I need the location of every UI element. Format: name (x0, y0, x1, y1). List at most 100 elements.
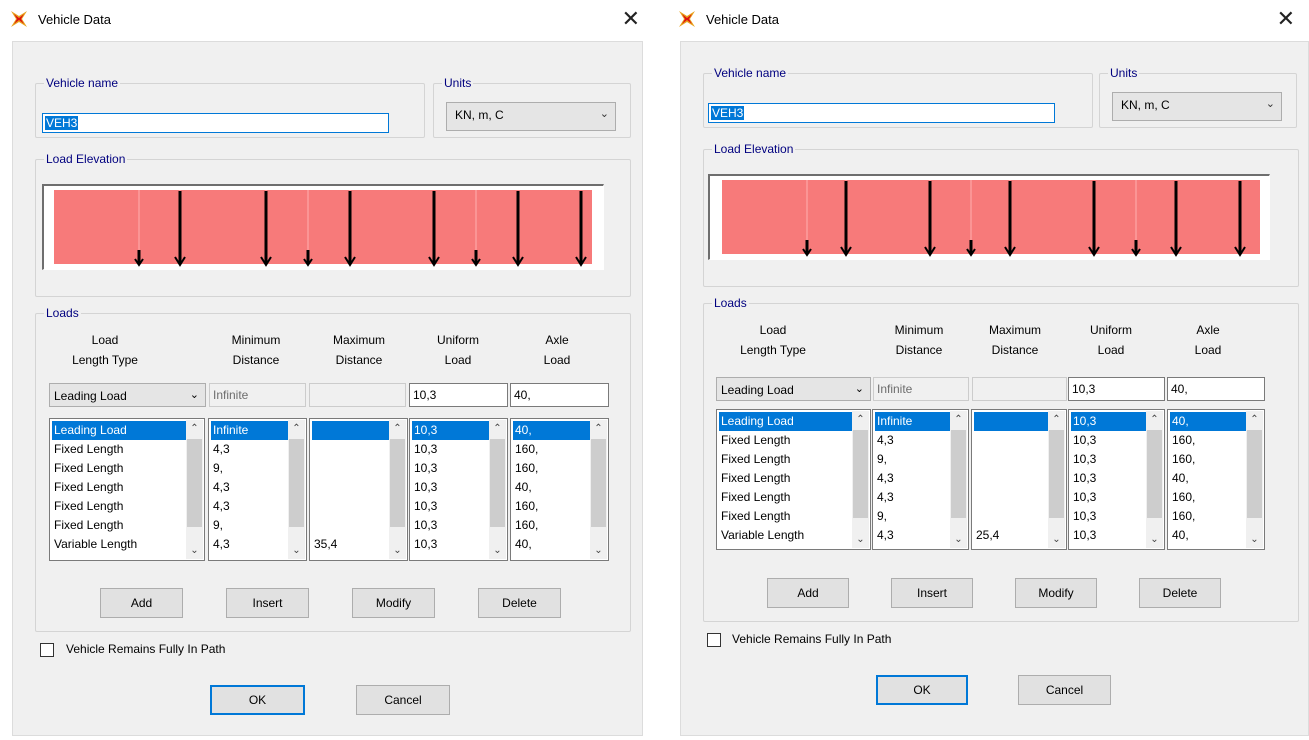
fully-in-path-checkbox[interactable] (40, 643, 54, 657)
minimum-distance-input[interactable]: Infinite (209, 383, 306, 407)
list-item[interactable]: 10,3 (1071, 469, 1146, 488)
list-item[interactable]: 10,3 (412, 459, 489, 478)
uniform-load-list[interactable]: 10,3 10,3 10,3 10,3 10,3 10,3 10,3 ⌃ ⌄ (409, 418, 508, 561)
list-item[interactable]: Leading Load (52, 421, 186, 440)
list-item[interactable]: Fixed Length (719, 431, 852, 450)
list-item[interactable]: 10,3 (412, 421, 489, 440)
list-item[interactable] (312, 440, 389, 459)
list-item[interactable]: 40, (513, 421, 590, 440)
list-item[interactable]: 40, (1170, 412, 1246, 431)
cancel-button[interactable]: Cancel (356, 685, 450, 715)
list-item[interactable]: Variable Length (52, 535, 186, 554)
list-item[interactable]: 160, (513, 497, 590, 516)
scrollbar[interactable]: ⌃ ⌄ (186, 420, 203, 559)
scrollbar[interactable]: ⌃ ⌄ (590, 420, 607, 559)
close-icon[interactable]: ✕ (1277, 6, 1295, 32)
cancel-button[interactable]: Cancel (1018, 675, 1111, 705)
list-item[interactable]: 4,3 (875, 469, 950, 488)
scrollbar[interactable]: ⌃ ⌄ (1146, 411, 1163, 548)
list-item[interactable]: 160, (1170, 450, 1246, 469)
add-button[interactable]: Add (100, 588, 183, 618)
maximum-distance-input[interactable] (972, 377, 1067, 401)
list-item[interactable]: 9, (875, 450, 950, 469)
list-item[interactable] (312, 516, 389, 535)
list-item[interactable]: 40, (513, 478, 590, 497)
list-item[interactable]: 10,3 (1071, 450, 1146, 469)
list-item[interactable]: 40, (513, 535, 590, 554)
delete-button[interactable]: Delete (1139, 578, 1221, 608)
list-item[interactable]: 10,3 (1071, 488, 1146, 507)
uniform-load-list[interactable]: 10,3 10,3 10,3 10,3 10,3 10,3 10,3 ⌃ ⌄ (1068, 409, 1165, 550)
list-item[interactable]: 9, (211, 516, 288, 535)
list-item[interactable]: 35,4 (312, 535, 389, 554)
list-item[interactable]: 9, (875, 507, 950, 526)
list-item[interactable]: Fixed Length (52, 497, 186, 516)
list-item[interactable]: 10,3 (1071, 412, 1146, 431)
list-item[interactable] (974, 469, 1048, 488)
list-item[interactable]: Fixed Length (52, 440, 186, 459)
add-button[interactable]: Add (767, 578, 849, 608)
list-item[interactable] (312, 497, 389, 516)
list-item[interactable]: Variable Length (719, 526, 852, 545)
axle-load-list[interactable]: 40, 160, 160, 40, 160, 160, 40, ⌃ ⌄ (510, 418, 609, 561)
list-item[interactable] (974, 431, 1048, 450)
list-item[interactable]: 10,3 (412, 440, 489, 459)
list-item[interactable]: Fixed Length (719, 507, 852, 526)
vehicle-name-input[interactable]: VEH3 (42, 113, 389, 133)
units-select[interactable]: KN, m, C ⌄ (446, 102, 616, 131)
list-item[interactable]: Fixed Length (52, 459, 186, 478)
vehicle-name-input[interactable]: VEH3 (708, 103, 1055, 123)
list-item[interactable]: 4,3 (211, 478, 288, 497)
list-item[interactable]: 40, (1170, 469, 1246, 488)
axle-load-input[interactable]: 40, (1167, 377, 1265, 401)
list-item[interactable]: 160, (1170, 488, 1246, 507)
list-item[interactable]: 4,3 (211, 535, 288, 554)
list-item[interactable]: 10,3 (412, 478, 489, 497)
close-icon[interactable]: ✕ (622, 6, 640, 32)
insert-button[interactable]: Insert (226, 588, 309, 618)
scrollbar[interactable]: ⌃ ⌄ (852, 411, 869, 548)
list-item[interactable] (312, 478, 389, 497)
axle-load-input[interactable]: 40, (510, 383, 609, 407)
modify-button[interactable]: Modify (352, 588, 435, 618)
list-item[interactable]: Fixed Length (719, 488, 852, 507)
list-item[interactable]: Fixed Length (719, 450, 852, 469)
uniform-load-input[interactable]: 10,3 (1068, 377, 1165, 401)
list-item[interactable]: Infinite (211, 421, 288, 440)
units-select[interactable]: KN, m, C ⌄ (1112, 92, 1282, 121)
list-item[interactable]: Fixed Length (719, 469, 852, 488)
scrollbar[interactable]: ⌃ ⌄ (288, 420, 305, 559)
list-item[interactable]: 160, (513, 440, 590, 459)
insert-button[interactable]: Insert (891, 578, 973, 608)
list-item[interactable]: 10,3 (412, 497, 489, 516)
list-item[interactable]: Leading Load (719, 412, 852, 431)
list-item[interactable] (312, 459, 389, 478)
list-item[interactable]: 10,3 (412, 516, 489, 535)
minimum-distance-list[interactable]: Infinite 4,3 9, 4,3 4,3 9, 4,3 ⌃ ⌄ (872, 409, 969, 550)
list-item[interactable]: 10,3 (1071, 507, 1146, 526)
list-item[interactable]: 4,3 (875, 431, 950, 450)
list-item[interactable]: 160, (1170, 431, 1246, 450)
list-item[interactable]: 9, (211, 459, 288, 478)
list-item[interactable]: 40, (1170, 526, 1246, 545)
list-item[interactable] (974, 450, 1048, 469)
list-item[interactable]: 4,3 (211, 497, 288, 516)
scrollbar[interactable]: ⌃ ⌄ (489, 420, 506, 559)
maximum-distance-list[interactable]: 35,4 ⌃ ⌄ (309, 418, 408, 561)
load-type-list[interactable]: Leading Load Fixed Length Fixed Length F… (49, 418, 205, 561)
load-type-select[interactable]: Leading Load ⌄ (49, 383, 206, 407)
list-item[interactable] (974, 507, 1048, 526)
scrollbar[interactable]: ⌃ ⌄ (1246, 411, 1263, 548)
fully-in-path-checkbox[interactable] (707, 633, 721, 647)
list-item[interactable]: 4,3 (875, 526, 950, 545)
list-item[interactable]: 10,3 (1071, 526, 1146, 545)
ok-button[interactable]: OK (210, 685, 305, 715)
list-item[interactable]: 10,3 (412, 535, 489, 554)
list-item[interactable] (312, 421, 389, 440)
list-item[interactable]: 4,3 (211, 440, 288, 459)
list-item[interactable]: 25,4 (974, 526, 1048, 545)
list-item[interactable]: Fixed Length (52, 516, 186, 535)
scrollbar[interactable]: ⌃ ⌄ (389, 420, 406, 559)
modify-button[interactable]: Modify (1015, 578, 1097, 608)
list-item[interactable] (974, 488, 1048, 507)
